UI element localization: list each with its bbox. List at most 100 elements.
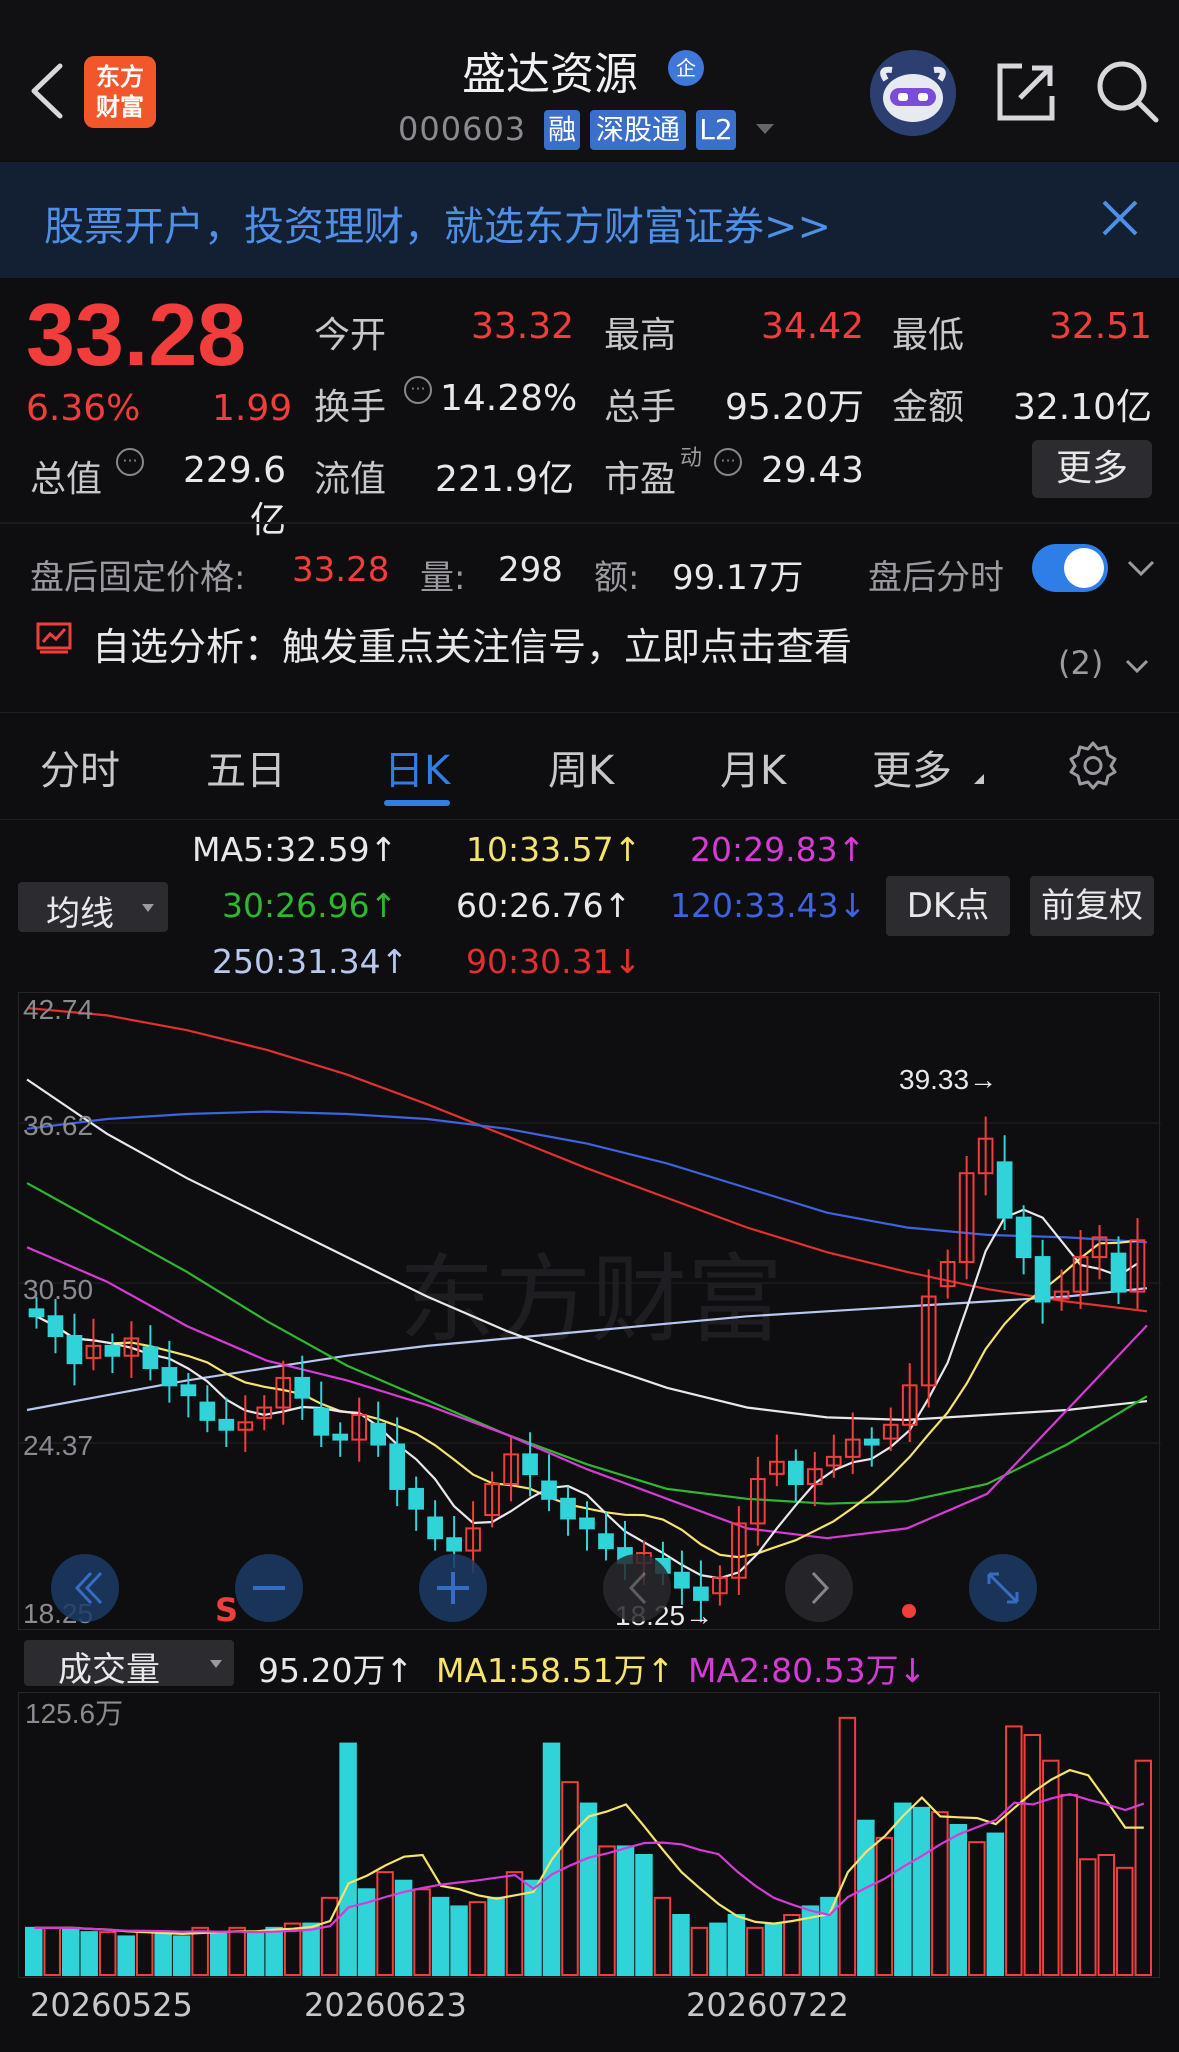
volume-ma1: MA1:58.51万↑	[436, 1651, 675, 1690]
amount-value: 32.10亿	[1012, 387, 1152, 428]
ma60-value: 60:26.76↑	[456, 886, 632, 925]
active-tab-indicator	[384, 800, 450, 806]
eastmoney-logo[interactable]: 东方 财富	[84, 56, 156, 128]
forward-adjust-button[interactable]: 前复权	[1030, 876, 1154, 936]
candle-down	[408, 1487, 424, 1510]
ma-selector-label: 均线	[46, 894, 114, 934]
divider	[0, 522, 1179, 524]
analysis-text[interactable]: 自选分析：触发重点关注信号，立即点击查看	[92, 616, 852, 671]
high-marker: 39.33→	[899, 1064, 997, 1095]
volume-bar	[653, 1896, 672, 1977]
gear-icon[interactable]	[1068, 740, 1118, 790]
watermark: 东方财富	[399, 1244, 783, 1356]
candle-down	[28, 1308, 45, 1318]
after-hours-price: 33.28	[292, 550, 390, 590]
tab-intraday[interactable]: 分时	[40, 738, 120, 796]
volume-bar	[857, 1819, 875, 1977]
search-icon[interactable]	[1094, 58, 1160, 124]
share-icon[interactable]	[994, 60, 1058, 124]
dk-point-button[interactable]: DK点	[886, 876, 1010, 936]
sell-signal-marker: S	[215, 1591, 238, 1629]
kline-chart[interactable]: 东方财富 42.74 36.62 30.50 24.37 18.25 39.33…	[18, 992, 1161, 1631]
info-icon[interactable]: ···	[714, 448, 742, 476]
volume-bar	[487, 1896, 505, 1977]
volume-bar	[949, 1824, 968, 1976]
high-value: 34.42	[760, 306, 864, 347]
volume-bar	[1005, 1725, 1023, 1976]
chevron-down-icon[interactable]	[1124, 658, 1150, 674]
volume-bar	[1097, 1854, 1116, 1976]
kline-canvas[interactable]: 东方财富 42.74 36.62 30.50 24.37 18.25 39.33…	[19, 993, 1161, 1631]
candlesticks	[28, 1116, 1146, 1623]
amount-label: 金额	[892, 387, 965, 428]
more-quote-button[interactable]: 更多	[1032, 440, 1152, 498]
close-icon[interactable]	[1098, 196, 1142, 240]
volume-bar	[376, 1871, 394, 1976]
volume-bar	[764, 1922, 783, 1976]
candle-down	[161, 1367, 178, 1387]
volume-bar	[783, 1914, 801, 1976]
volume-bar	[505, 1871, 524, 1976]
date-label: 20260525	[30, 1986, 193, 2024]
volume-bar	[302, 1922, 320, 1976]
volume-bar	[265, 1926, 283, 1977]
back-arrow-icon[interactable]	[28, 62, 68, 120]
volume-y-label: 125.6万	[25, 1698, 123, 1729]
candle-down	[180, 1384, 197, 1397]
current-price: 33.28	[26, 285, 247, 384]
candle-down	[522, 1453, 538, 1476]
tab-more[interactable]: 更多	[872, 738, 952, 796]
tab-five-day[interactable]: 五日	[206, 738, 286, 796]
volume-chart[interactable]: 125.6万	[18, 1692, 1160, 1978]
volume-bar	[172, 1935, 191, 1977]
ma120-value: 120:33.43↓	[670, 886, 867, 925]
volume-bar	[672, 1914, 690, 1976]
caret-down-icon	[142, 904, 154, 912]
toggle-knob	[1064, 548, 1104, 588]
corner-triangle-icon	[974, 774, 984, 784]
volume-bar	[135, 1931, 154, 1976]
volume-bar	[524, 1879, 542, 1976]
volume-bar	[912, 1806, 931, 1976]
logo-line-2: 财富	[96, 93, 144, 121]
candle-down	[218, 1418, 235, 1431]
open-value: 33.32	[470, 306, 574, 347]
caret-down-icon[interactable]	[756, 124, 774, 134]
volume-bar	[191, 1926, 209, 1977]
candle-down	[560, 1497, 576, 1520]
indicator-selector[interactable]: 成交量	[24, 1640, 234, 1690]
candle-down	[47, 1315, 64, 1338]
info-icon[interactable]: ···	[404, 376, 432, 404]
open-label: 今开	[314, 315, 387, 356]
promo-banner-text[interactable]: 股票开户，投资理财，就选东方财富证券>>	[44, 194, 831, 252]
ma30-value: 30:26.96↑	[222, 886, 398, 925]
volume-bar	[598, 1845, 616, 1976]
volume-bar	[98, 1931, 117, 1976]
candle-down	[142, 1346, 159, 1370]
volume-bar	[894, 1802, 912, 1976]
high-label: 最高	[604, 315, 677, 356]
volume-canvas: 125.6万	[25, 1698, 1152, 1977]
candle-down	[370, 1422, 387, 1446]
robot-assistant-icon[interactable]	[870, 50, 956, 136]
low-label: 最低	[892, 315, 965, 356]
candle-down	[996, 1161, 1013, 1219]
volume-bar	[25, 1926, 43, 1977]
y-axis-label: 24.37	[23, 1430, 93, 1461]
chevron-down-icon[interactable]	[1126, 558, 1156, 578]
tab-monthly-k[interactable]: 月K	[720, 738, 786, 796]
info-icon[interactable]: ···	[116, 448, 144, 476]
level2-tag: L2	[696, 110, 736, 150]
volume-bar	[635, 1854, 653, 1976]
tab-weekly-k[interactable]: 周K	[548, 738, 614, 796]
volume-bar	[209, 1931, 228, 1976]
ma-selector[interactable]: 均线	[18, 882, 168, 934]
volume-bar	[246, 1931, 265, 1976]
after-hours-amount-label: 额:	[594, 558, 640, 598]
candle-down	[332, 1433, 349, 1441]
pe-value: 29.43	[760, 450, 864, 491]
tab-daily-k[interactable]: 日K	[384, 738, 450, 796]
turnover-label: 换手	[314, 387, 387, 428]
margin-tag: 融	[544, 110, 580, 150]
chart-analysis-icon	[36, 622, 72, 654]
